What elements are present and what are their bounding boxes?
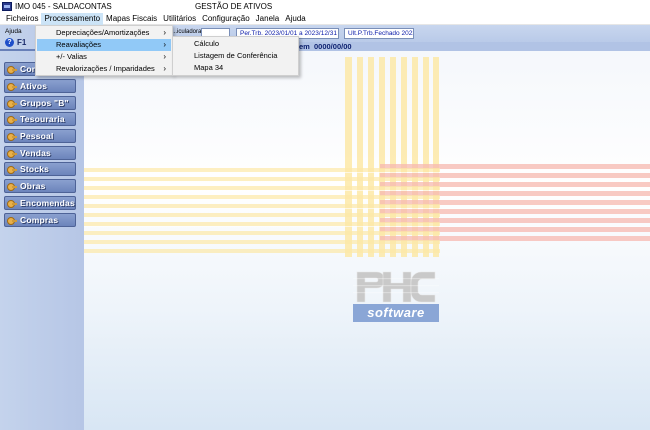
menu-item-label: Depreciações/Amortizações [56, 28, 150, 37]
key-icon [7, 182, 17, 191]
reavaliacoes-submenu: Cálculo Listagem de Conferência Mapa 34 [172, 36, 299, 76]
key-icon [7, 115, 17, 124]
window-title: GESTÃO DE ATIVOS [195, 2, 273, 11]
nav-pessoal-button[interactable]: Pessoal [4, 129, 76, 143]
chevron-right-icon: › [163, 40, 166, 49]
nav-label: Encomendas [20, 198, 75, 208]
help-label: Ajuda [5, 28, 22, 35]
title-bar: IMO 045 - SALDACONTAS GESTÃO DE ATIVOS [0, 0, 650, 13]
nav-grupos-b-button[interactable]: Grupos "B" [4, 96, 76, 110]
menu-item-label: Reavaliações [56, 40, 102, 49]
nav-ativos-button[interactable]: Ativos [4, 79, 76, 93]
nav-label: Tesouraria [20, 114, 65, 124]
menu-mapas-fiscais[interactable]: Mapas Fiscais [103, 13, 160, 25]
help-button[interactable]: Ajuda ? F1 [2, 28, 32, 48]
menu-item-label: +/- Valias [56, 52, 87, 61]
menu-item-revalorizacoes[interactable]: Revalorizações / Imparidades › [37, 63, 171, 75]
chevron-right-icon: › [163, 52, 166, 61]
nav-label: Stocks [20, 164, 50, 174]
key-icon [7, 132, 17, 141]
nav-obras-button[interactable]: Obras [4, 179, 76, 193]
processamento-dropdown: Depreciações/Amortizações › Reavaliações… [35, 25, 173, 76]
menu-item-depreciacoes[interactable]: Depreciações/Amortizações › [37, 27, 171, 39]
menu-ficheiros[interactable]: Ficheiros [3, 13, 41, 25]
key-icon [7, 82, 17, 91]
app-title: IMO 045 - SALDACONTAS [15, 2, 112, 11]
background-decoration [84, 57, 650, 257]
key-icon [7, 99, 17, 108]
submenu-item-calculo[interactable]: Cálculo [174, 38, 297, 50]
main-area: ...iculadora Per.Trb. 2023/01/01 a 2023/… [84, 25, 650, 430]
nav-encomendas-button[interactable]: Encomendas [4, 196, 76, 210]
nav-stocks-button[interactable]: Stocks [4, 162, 76, 176]
menu-item-reavaliacoes[interactable]: Reavaliações › [37, 39, 171, 51]
nav-label: Vendas [20, 148, 51, 158]
nav-label: Obras [20, 181, 46, 191]
nav-label: Pessoal [20, 131, 54, 141]
date-label: em [299, 42, 310, 51]
left-panel: Ajuda ? F1 Contas Ativos Grupos "B" Teso… [0, 25, 84, 430]
app-icon [2, 2, 12, 11]
menu-processamento[interactable]: Processamento [41, 12, 104, 25]
chevron-right-icon: › [163, 28, 166, 37]
menu-utilitarios[interactable]: Utilitários [160, 13, 199, 25]
calculator-label: ...iculadora [172, 29, 202, 35]
menu-item-mais-menos-valias[interactable]: +/- Valias › [37, 51, 171, 63]
nav-compras-button[interactable]: Compras [4, 213, 76, 227]
help-question-icon: ? [5, 38, 14, 47]
menu-item-label: Revalorizações / Imparidades [56, 64, 155, 73]
closed-period-field: Ult.P.Trb.Fechado 2022 [344, 28, 414, 39]
nav-vendas-button[interactable]: Vendas [4, 146, 76, 160]
chevron-right-icon: › [163, 64, 166, 73]
date-value: 0000/00/00 [314, 42, 352, 51]
key-icon [7, 199, 17, 208]
key-icon [7, 165, 17, 174]
menu-configuracao[interactable]: Configuração [199, 13, 253, 25]
key-icon [7, 216, 17, 225]
key-icon [7, 65, 17, 74]
nav-tesouraria-button[interactable]: Tesouraria [4, 112, 76, 126]
key-icon [7, 149, 17, 158]
menu-ajuda[interactable]: Ajuda [282, 13, 308, 25]
menu-janela[interactable]: Janela [253, 13, 283, 25]
nav-label: Ativos [20, 81, 48, 91]
submenu-item-listagem-conferencia[interactable]: Listagem de Conferência [174, 50, 297, 62]
menu-bar: Ficheiros Processamento Mapas Fiscais Ut… [0, 12, 650, 25]
logo-software-text: software [353, 304, 439, 322]
nav-label: Compras [20, 215, 59, 225]
help-key: F1 [17, 38, 27, 47]
nav-label: Grupos "B" [20, 98, 69, 108]
submenu-item-mapa-34[interactable]: Mapa 34 [174, 62, 297, 74]
